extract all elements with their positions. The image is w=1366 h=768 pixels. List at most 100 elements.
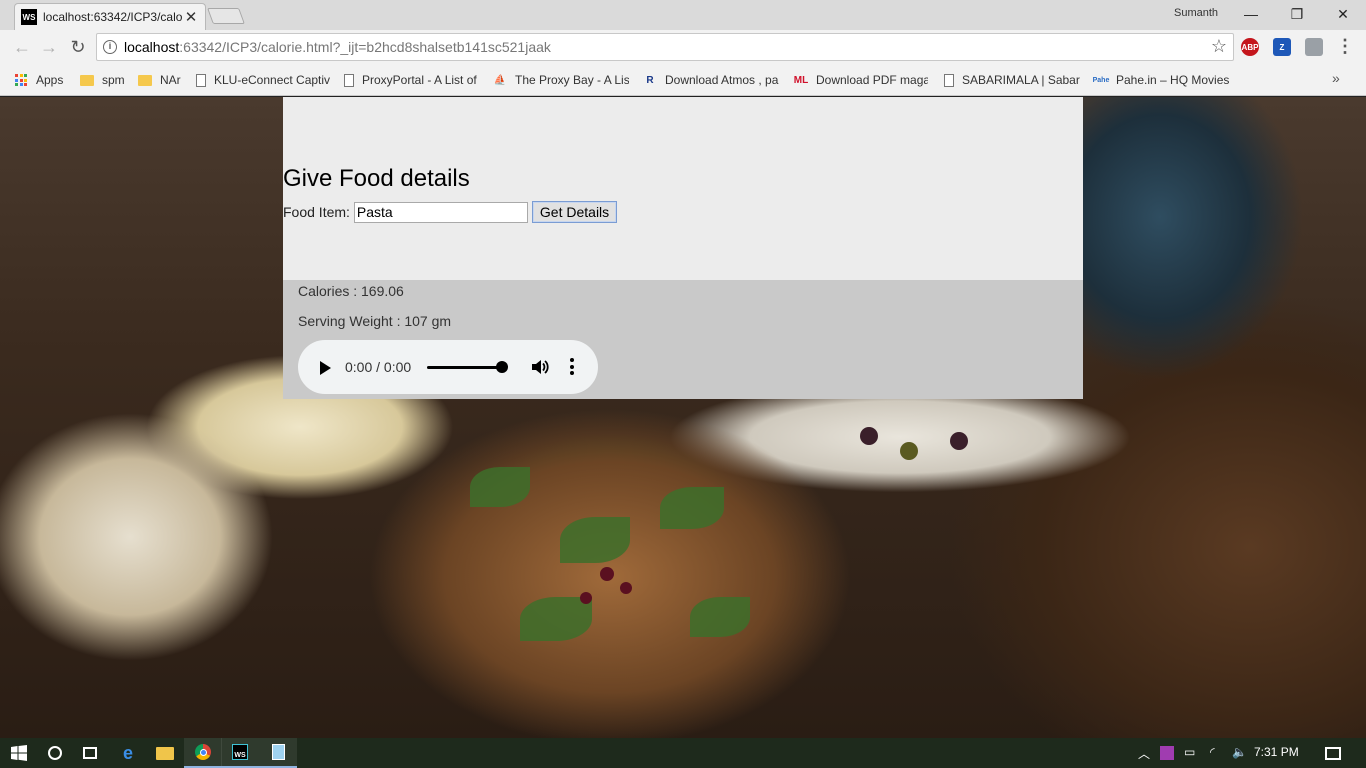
page-heading: Give Food details — [283, 165, 470, 192]
background-berry — [580, 592, 592, 604]
background-berry — [600, 567, 614, 581]
bookmark-star-icon[interactable]: ☆ — [1211, 36, 1227, 57]
food-item-label: Food Item: — [283, 204, 350, 220]
audio-player: 0:00 / 0:00 — [298, 340, 598, 394]
taskbar-clock[interactable]: 7:31 PM — [1254, 745, 1299, 759]
file-explorer-button[interactable] — [146, 738, 184, 768]
meeting-tray-icon[interactable] — [1160, 746, 1174, 760]
windows-taskbar: e WS ︿ ▭ ◜ 🔈 7:31 PM — [0, 738, 1366, 768]
notepad-icon — [271, 744, 285, 760]
bookmarks-bar: Apps spm NAr KLU-eConnect Captiv ProxyPo… — [0, 64, 1366, 96]
background-olive — [860, 427, 878, 445]
maximize-button[interactable]: ❐ — [1274, 2, 1320, 26]
bookmark-spm[interactable]: spm — [80, 72, 130, 88]
url-path: :63342/ICP3/calorie.html?_ijt=b2hcd8shal… — [179, 39, 551, 55]
task-view-icon — [83, 747, 97, 759]
task-view-button[interactable] — [71, 738, 109, 768]
browser-tab[interactable]: WS localhost:63342/ICP3/calorie.html ✕ — [14, 3, 206, 30]
action-center-icon[interactable] — [1325, 747, 1341, 760]
more-options-icon[interactable] — [570, 358, 574, 378]
calories-text: Calories : 169.06 — [298, 283, 404, 299]
edge-button[interactable]: e — [109, 738, 147, 768]
background-leaf — [470, 467, 530, 507]
speaker-icon[interactable]: 🔈 — [1232, 745, 1247, 759]
bookmark-label: Apps — [36, 73, 64, 87]
page-icon — [944, 73, 954, 87]
bookmark-klu-econnect[interactable]: KLU-eConnect Captiv — [196, 72, 332, 88]
profile-name[interactable]: Sumanth — [1174, 7, 1218, 19]
page-icon — [344, 73, 354, 87]
bookmark-proxyportal[interactable]: ProxyPortal - A List of — [344, 72, 480, 88]
webstorm-icon: WS — [232, 744, 248, 760]
background-leaf — [520, 597, 592, 641]
bookmark-download-atmos[interactable]: R Download Atmos , pa — [643, 72, 779, 88]
tab-title: localhost:63342/ICP3/calorie.html — [43, 10, 183, 24]
bookmark-label: spm — [102, 73, 125, 87]
serving-weight-text: Serving Weight : 107 gm — [298, 313, 452, 329]
chrome-menu-icon[interactable]: ⋮ — [1336, 36, 1354, 57]
site-info-icon[interactable]: i — [103, 40, 117, 54]
audio-seek-thumb[interactable] — [496, 361, 508, 373]
bookmark-label: The Proxy Bay - A List — [515, 73, 629, 87]
url-host: localhost — [124, 39, 180, 55]
webstorm-favicon-icon: WS — [21, 9, 37, 25]
minimize-button[interactable]: — — [1228, 2, 1274, 26]
edge-icon: e — [122, 742, 133, 763]
bookmark-sabarimala[interactable]: SABARIMALA | Sabari — [944, 72, 1080, 88]
volume-icon[interactable] — [530, 357, 550, 377]
bookmark-apps[interactable]: Apps — [14, 72, 70, 88]
get-details-button[interactable]: Get Details — [531, 201, 618, 223]
audio-seek-bar[interactable] — [427, 366, 502, 369]
bookmark-proxy-bay[interactable]: ⛵ The Proxy Bay - A List — [493, 72, 629, 88]
bookmark-download-pdf[interactable]: ML Download PDF maga — [792, 72, 928, 88]
r-logo-icon: R — [646, 74, 654, 86]
cortana-circle-icon — [48, 746, 62, 760]
adblock-plus-icon[interactable]: ABP — [1241, 38, 1259, 56]
show-hidden-icons-chevron-icon[interactable]: ︿ — [1138, 745, 1150, 762]
wifi-icon[interactable]: ◜ — [1210, 745, 1215, 759]
bookmark-label: SABARIMALA | Sabari — [962, 73, 1080, 87]
chrome-taskbar-button[interactable] — [184, 738, 222, 768]
background-olive — [950, 432, 968, 450]
more-bookmarks-icon[interactable]: » — [1332, 70, 1340, 86]
food-item-input[interactable] — [353, 201, 528, 223]
tab-close-icon[interactable]: ✕ — [183, 8, 199, 26]
background-olive — [900, 442, 918, 460]
forward-arrow-icon[interactable]: → — [37, 35, 61, 59]
close-window-button[interactable]: ✕ — [1320, 2, 1366, 26]
background-leaf — [690, 597, 750, 637]
battery-icon[interactable]: ▭ — [1184, 745, 1195, 759]
play-icon[interactable] — [320, 361, 331, 375]
tab-strip: WS localhost:63342/ICP3/calorie.html ✕ S… — [0, 0, 1366, 30]
address-bar[interactable]: i localhost:63342/ICP3/calorie.html?_ijt… — [96, 33, 1234, 61]
webstorm-taskbar-button[interactable]: WS — [221, 738, 259, 768]
zotero-icon[interactable]: Z — [1273, 38, 1291, 56]
bookmark-label: Download PDF maga — [816, 73, 928, 87]
chrome-icon — [195, 744, 211, 760]
bookmark-nar[interactable]: NAr — [138, 72, 186, 88]
start-button[interactable] — [0, 738, 38, 768]
background-berry — [620, 582, 632, 594]
reload-icon[interactable]: ↻ — [66, 35, 90, 59]
bookmark-label: Download Atmos , pa — [665, 73, 779, 87]
pahe-logo-icon: Pahe — [1092, 76, 1110, 84]
new-tab-button[interactable] — [207, 8, 245, 24]
back-arrow-icon[interactable]: ← — [10, 35, 34, 59]
folder-icon — [156, 746, 174, 760]
browser-toolbar: ← → ↻ i localhost:63342/ICP3/calorie.htm… — [0, 30, 1366, 64]
apps-icon — [14, 73, 28, 87]
ml-logo-icon: ML — [793, 74, 809, 86]
notepad-taskbar-button[interactable] — [259, 738, 297, 768]
bookmark-label: NAr — [160, 73, 181, 87]
page-background: Give Food details Food Item: Get Details… — [0, 97, 1366, 738]
cortana-button[interactable] — [36, 738, 74, 768]
food-form: Food Item: Get Details — [283, 200, 618, 224]
bookmark-pahe[interactable]: Pahe Pahe.in – HQ Movies — [1092, 72, 1232, 88]
bookmark-label: KLU-eConnect Captiv — [214, 73, 331, 87]
background-leaf — [560, 517, 630, 563]
folder-icon — [138, 74, 152, 86]
extension-icon[interactable] — [1305, 38, 1323, 56]
audio-time: 0:00 / 0:00 — [345, 359, 412, 375]
bookmark-label: ProxyPortal - A List of — [362, 73, 477, 87]
page-icon — [196, 73, 206, 87]
